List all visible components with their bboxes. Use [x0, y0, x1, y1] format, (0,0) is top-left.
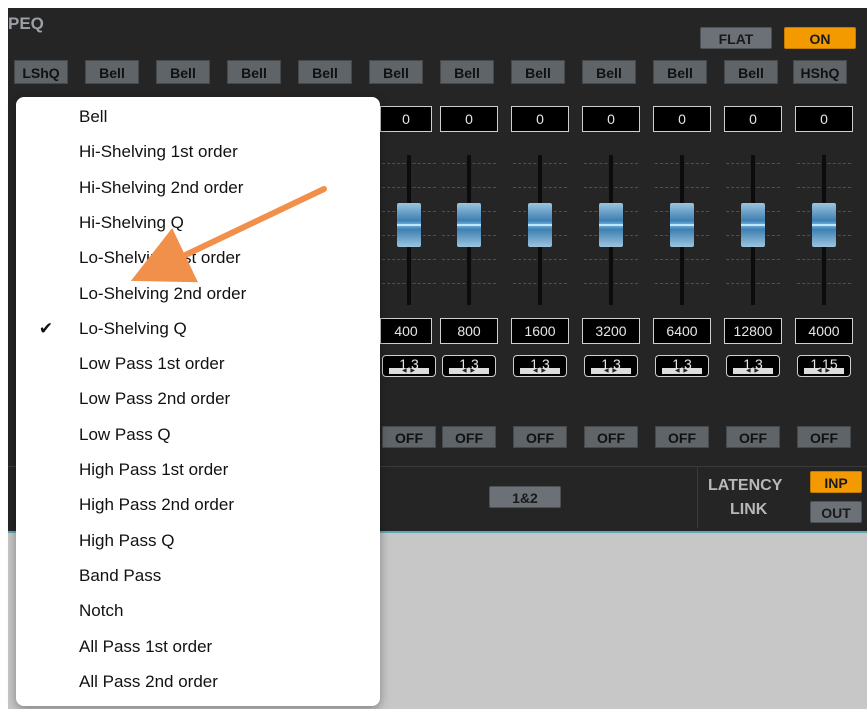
annotation-arrow	[130, 186, 327, 283]
